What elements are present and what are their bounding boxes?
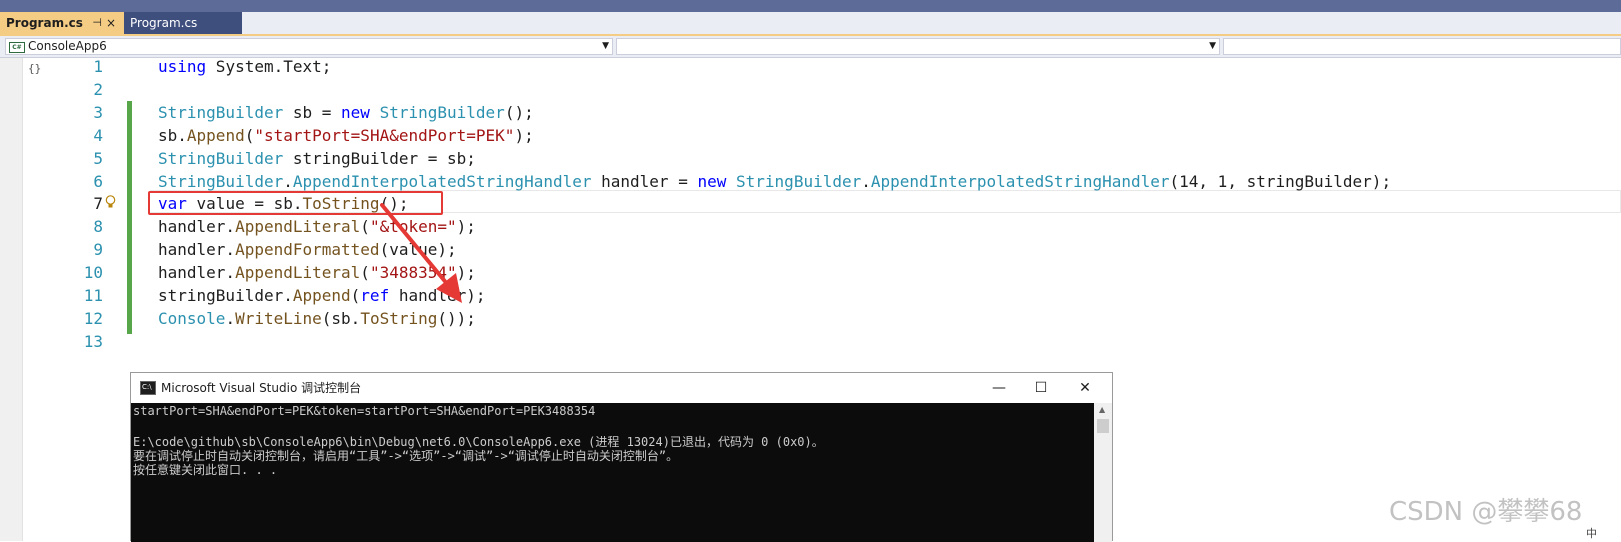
line-number: 13 — [83, 332, 103, 351]
type-dropdown[interactable]: ▼ — [616, 38, 1220, 55]
tab-label: Program.cs — [6, 16, 83, 30]
scroll-up-icon[interactable]: ▲ — [1099, 405, 1105, 414]
debug-console-window[interactable]: Microsoft Visual Studio 调试控制台 — ☐ ✕ star… — [130, 372, 1113, 542]
line-number: 8 — [93, 217, 103, 236]
scrollbar-thumb[interactable] — [1097, 419, 1109, 433]
pin-icon[interactable]: ⊣ — [92, 12, 102, 34]
status-text: 中 — [1586, 527, 1597, 540]
line-number: 4 — [93, 126, 103, 145]
line-number: 10 — [83, 263, 103, 282]
line-number: 9 — [93, 240, 103, 259]
change-tracking-bar — [127, 101, 132, 334]
minimize-button[interactable]: — — [981, 376, 1017, 400]
console-output[interactable]: startPort=SHA&endPort=PEK&token=startPor… — [131, 403, 1094, 542]
tab-program-cs-active[interactable]: Program.cs ⊣ × — [0, 12, 124, 34]
console-line: 要在调试停止时自动关闭控制台，请启用“工具”->“选项”->“调试”->“调试停… — [133, 449, 679, 463]
csharp-project-icon: C# — [9, 42, 25, 53]
line-number: 1 — [93, 57, 103, 76]
maximize-button[interactable]: ☐ — [1023, 376, 1059, 400]
indicator-margin — [0, 58, 23, 541]
code-line-1[interactable]: using System.Text; — [158, 55, 331, 78]
tab-strip-header — [0, 0, 1621, 12]
collapse-icon[interactable]: {} — [28, 62, 41, 75]
code-line-6[interactable]: StringBuilder.AppendInterpolatedStringHa… — [158, 170, 1391, 193]
tab-program-cs[interactable]: Program.cs — [124, 12, 242, 34]
line-number-current: 7 — [93, 194, 103, 213]
tab-label: Program.cs — [130, 16, 198, 30]
console-scrollbar[interactable]: ▲ — [1094, 403, 1112, 542]
line-number: 12 — [83, 309, 103, 328]
member-dropdown[interactable] — [1223, 38, 1621, 55]
console-line: E:\code\github\sb\ConsoleApp6\bin\Debug\… — [133, 435, 824, 449]
console-app-icon — [140, 381, 156, 395]
code-line-3[interactable]: StringBuilder sb = new StringBuilder(); — [158, 101, 534, 124]
code-line-5[interactable]: StringBuilder stringBuilder = sb; — [158, 147, 476, 170]
line-number: 2 — [93, 80, 103, 99]
chevron-down-icon: ▼ — [602, 41, 609, 51]
line-number: 11 — [83, 286, 103, 305]
code-line-4[interactable]: sb.Append("startPort=SHA&endPort=PEK"); — [158, 124, 534, 147]
line-number: 3 — [93, 103, 103, 122]
chevron-down-icon: ▼ — [1209, 41, 1216, 51]
close-button[interactable]: ✕ — [1067, 376, 1103, 400]
document-tab-strip: Program.cs ⊣ × Program.cs — [0, 0, 1621, 36]
watermark: CSDN @攀攀68 — [1389, 497, 1583, 527]
lightbulb-icon[interactable] — [105, 195, 116, 209]
console-title: Microsoft Visual Studio 调试控制台 — [161, 381, 362, 395]
console-line: 按任意键关闭此窗口. . . — [133, 463, 278, 477]
annotation-arrow — [380, 203, 462, 303]
console-title-bar[interactable]: Microsoft Visual Studio 调试控制台 — ☐ ✕ — [131, 373, 1112, 403]
line-number: 6 — [93, 172, 103, 191]
line-number: 5 — [93, 149, 103, 168]
project-name: ConsoleApp6 — [28, 39, 107, 53]
console-line: startPort=SHA&endPort=PEK&token=startPor… — [133, 404, 596, 418]
project-dropdown[interactable]: C# ConsoleApp6 ▼ — [5, 38, 613, 55]
close-icon[interactable]: × — [106, 12, 116, 34]
